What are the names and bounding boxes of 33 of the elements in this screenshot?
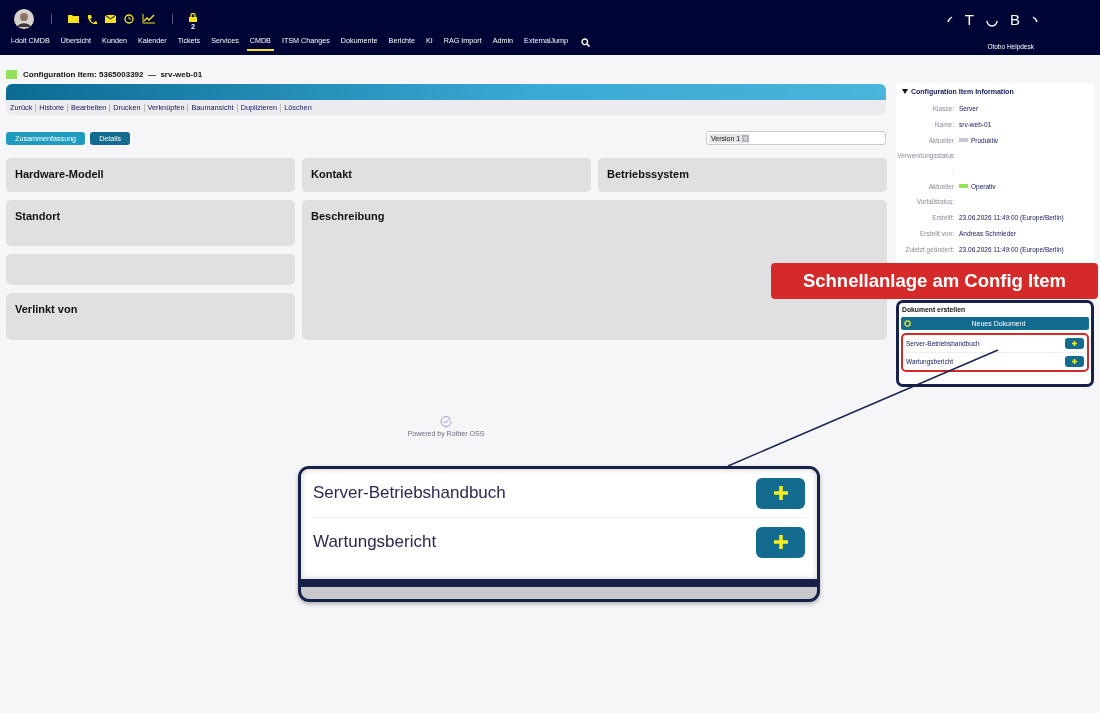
- card-title: Standort: [14, 209, 62, 224]
- check-circle-icon: [440, 415, 452, 427]
- plus-icon: [1071, 340, 1078, 347]
- card-title: Verlinkt von: [14, 302, 79, 317]
- card-title: Betriebssystem: [606, 167, 690, 182]
- clock-icon: [124, 13, 134, 24]
- folder-icon: [68, 14, 79, 23]
- close-icon: [742, 134, 750, 142]
- chart-icon: [142, 13, 155, 24]
- add-button[interactable]: [1065, 338, 1084, 349]
- plus-icon: [1071, 358, 1078, 365]
- plus-icon: [772, 485, 789, 501]
- card-title: Beschreibung: [310, 209, 386, 224]
- add-button[interactable]: [1065, 356, 1084, 367]
- card-title: Kontakt: [310, 167, 353, 182]
- triangle-icon: [902, 89, 908, 94]
- template-name: Server-Betriebshandbuch: [313, 483, 506, 503]
- lock-icon: [189, 12, 197, 22]
- mail-icon: [105, 14, 116, 23]
- search-icon: [581, 37, 591, 47]
- avatar: [14, 8, 34, 29]
- logo-letter: B: [1010, 12, 1020, 27]
- logo-arc-icon: [946, 16, 953, 23]
- logo-arc-icon: [986, 20, 998, 27]
- page-title: Configuration Item: 5365003392 — srv-web-01: [23, 69, 203, 79]
- callout-label: Schnellanlage am Config Item: [771, 263, 1098, 299]
- plus-icon: [772, 534, 789, 550]
- logo-letter: T: [964, 12, 974, 27]
- logo-arc-icon: [1032, 16, 1038, 23]
- template-name: Wartungsbericht: [313, 532, 437, 552]
- card-title: Hardware-Modell: [14, 167, 105, 182]
- phone-icon: [87, 13, 97, 24]
- circle-icon: [904, 320, 911, 327]
